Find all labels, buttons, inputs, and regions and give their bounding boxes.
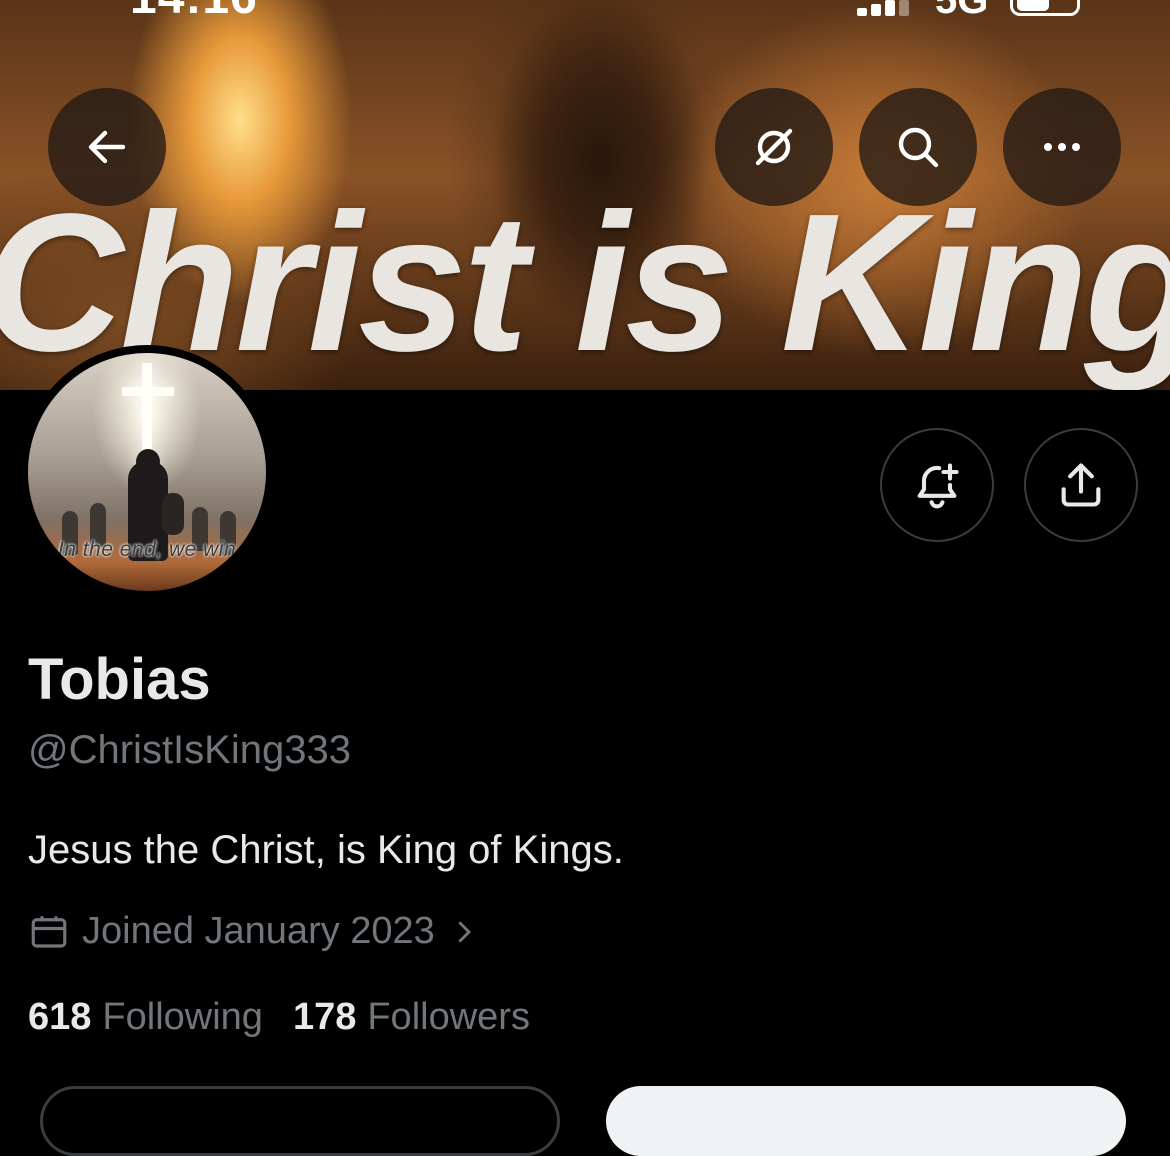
back-button[interactable] [48, 88, 166, 206]
search-button[interactable] [859, 88, 977, 206]
joined-date: Joined January 2023 [82, 910, 435, 952]
profile-banner[interactable]: Christ is King 14:16 5G [0, 0, 1170, 390]
follow-counts: 618 Following 178 Followers [28, 996, 560, 1039]
notify-button[interactable] [880, 428, 994, 542]
signal-icon [857, 0, 913, 16]
network-type: 5G [935, 0, 989, 22]
user-handle: @ChristIsKing333 [28, 728, 351, 772]
followers-count: 178 [292, 996, 357, 1038]
arrow-left-icon [88, 130, 126, 164]
more-horizontal-icon [1044, 143, 1080, 151]
status-time: 14:16 [130, 0, 258, 25]
following-label: Following [102, 996, 263, 1038]
secondary-action-button[interactable] [40, 1086, 560, 1156]
avatar-caption: In the end, we win [57, 538, 237, 561]
search-icon [898, 127, 939, 168]
more-button[interactable] [1003, 88, 1121, 206]
avatar[interactable]: In the end, we win [28, 353, 266, 591]
share-icon [1061, 463, 1101, 507]
avatar-shield [162, 493, 184, 535]
followers-label: Followers [367, 996, 530, 1038]
grok-icon [755, 128, 793, 166]
chevron-right-icon [458, 921, 471, 942]
primary-action-button[interactable] [606, 1086, 1126, 1156]
display-name: Tobias [28, 647, 211, 712]
avatar-cross-bar [122, 387, 174, 396]
calendar-icon [31, 915, 67, 948]
battery-icon [1010, 0, 1080, 16]
bell-plus-icon [917, 463, 959, 509]
following-count: 618 [28, 996, 92, 1038]
share-button[interactable] [1024, 428, 1138, 542]
following-link[interactable]: 618 Following [28, 996, 263, 1039]
user-bio: Jesus the Christ, is King of Kings. [28, 828, 624, 872]
grok-button[interactable] [715, 88, 833, 206]
joined-date-row[interactable]: Joined January 2023 [28, 910, 491, 953]
followers-link[interactable]: 178 Followers [293, 996, 530, 1039]
